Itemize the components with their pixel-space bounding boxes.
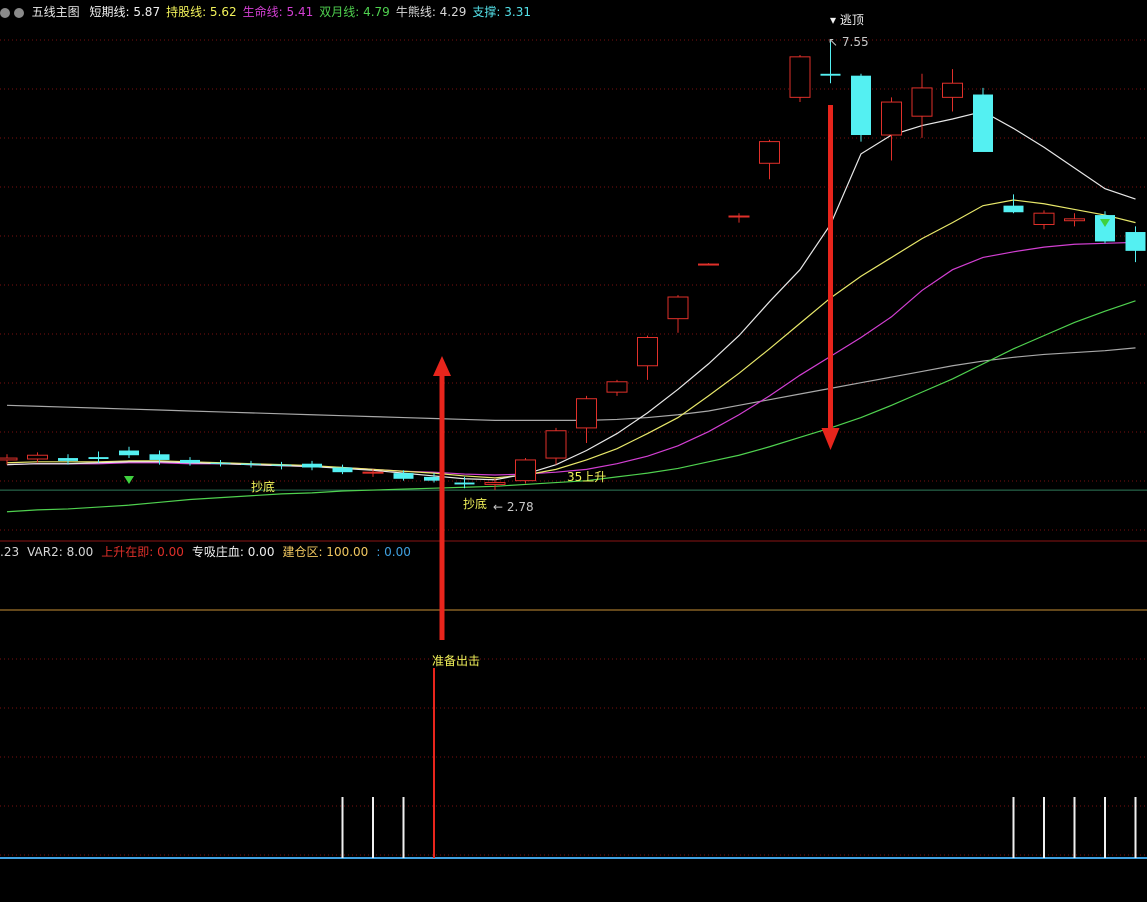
top-legend-items: 短期线: 5.87 持股线: 5.62 生命线: 5.41 双月线: 4.79 牛熊线:… [84,5,531,19]
candle-down [1003,205,1024,213]
top-legend: 五线主图 短期线: 5.87 持股线: 5.62 生命线: 5.41 双月线: 4.7… [0,3,531,20]
candle-down [149,454,170,460]
candles [0,40,1146,491]
candle-up [667,296,689,320]
buy-arrow-head [433,356,451,376]
hold-line [6,199,1136,479]
indicator-value-5: : 0.00 [376,545,411,559]
candle-down [393,473,414,479]
indicator-value-2: 上升在即: 0.00 [101,545,184,559]
legend-item-2: 生命线: 5.41 [242,5,314,19]
candle-down [180,459,200,463]
low-price-label: ← 2.78 [493,500,534,514]
candle-down [210,462,231,464]
settings-icon-2[interactable] [13,7,24,18]
bottom-legend: .23 VAR2: 8.00 上升在即: 0.00 专吸庄血: 0.00 建仓区: 10… [0,543,419,560]
candle-up [606,381,628,393]
indicator-value-0: .23 [0,545,20,559]
candle-up [759,141,780,164]
candle-down [241,463,261,465]
candle-down [88,457,109,460]
green-down-marker [124,476,134,484]
candle-up [789,56,811,98]
candle-down [454,482,475,485]
candle-down [119,450,139,456]
candle-down [302,463,322,468]
bull-bear-line [6,347,1136,421]
chart-canvas: 抄底抄底 ← 2.7835上升↖ 7.55▾ 逃顶准备出击 [0,13,1147,859]
bottom-signal-label-2: 抄底 [463,496,487,511]
candle-up [362,471,384,474]
candle-up [881,101,902,136]
moving-average-lines [6,110,1136,513]
candle-up [0,457,18,461]
high-price-label: ↖ 7.55 [828,35,869,49]
legend-item-4: 牛熊线: 4.29 [395,5,467,19]
candle-down [973,94,993,152]
life-line [6,241,1136,476]
candle-down [851,75,871,136]
candle-up [942,82,963,98]
candle-up [545,430,567,459]
rise-signal-label: 35上升 [567,470,606,484]
prepare-label: 准备出击 [432,654,480,668]
candle-up [1064,218,1085,222]
annotations: 抄底抄底 ← 2.7835上升↖ 7.55▾ 逃顶准备出击 [124,13,1110,668]
grid-lines [0,39,1147,859]
candle-down [58,458,78,461]
candle-up [911,87,933,117]
candle-up [1033,212,1055,225]
settings-icon[interactable] [0,7,10,18]
bottom-legend-items: .23 VAR2: 8.00 上升在即: 0.00 专吸庄血: 0.00 建仓区: 10… [0,545,419,559]
indicator-value-4: 建仓区: 100.00 [282,545,369,559]
top-signal-label: ▾ 逃顶 [830,13,864,27]
candle-down [820,73,841,76]
indicator-value-3: 专吸庄血: 0.00 [191,545,275,559]
candle-down [271,464,292,466]
candle-up [576,398,597,429]
candle-down [1125,232,1146,251]
candle-up [27,454,48,460]
sell-arrow-head [821,428,840,450]
legend-item-3: 双月线: 4.79 [319,5,390,19]
candle-up [698,263,719,266]
candle-down [332,467,353,473]
legend-item-1: 持股线: 5.62 [166,5,237,19]
indicator-title: 五线主图 [31,5,80,19]
candle-up [515,459,536,482]
indicator-value-1: VAR2: 8.00 [27,545,94,559]
candle-up [637,337,658,367]
legend-item-0: 短期线: 5.87 [89,5,161,19]
candle-up [484,482,506,485]
candle-up [728,215,750,218]
lower-indicator-panel [341,668,1137,858]
bottom-signal-label: 抄底 [251,479,275,494]
short-term-line [6,110,1136,481]
legend-item-5: 支撑: 3.31 [472,5,531,19]
